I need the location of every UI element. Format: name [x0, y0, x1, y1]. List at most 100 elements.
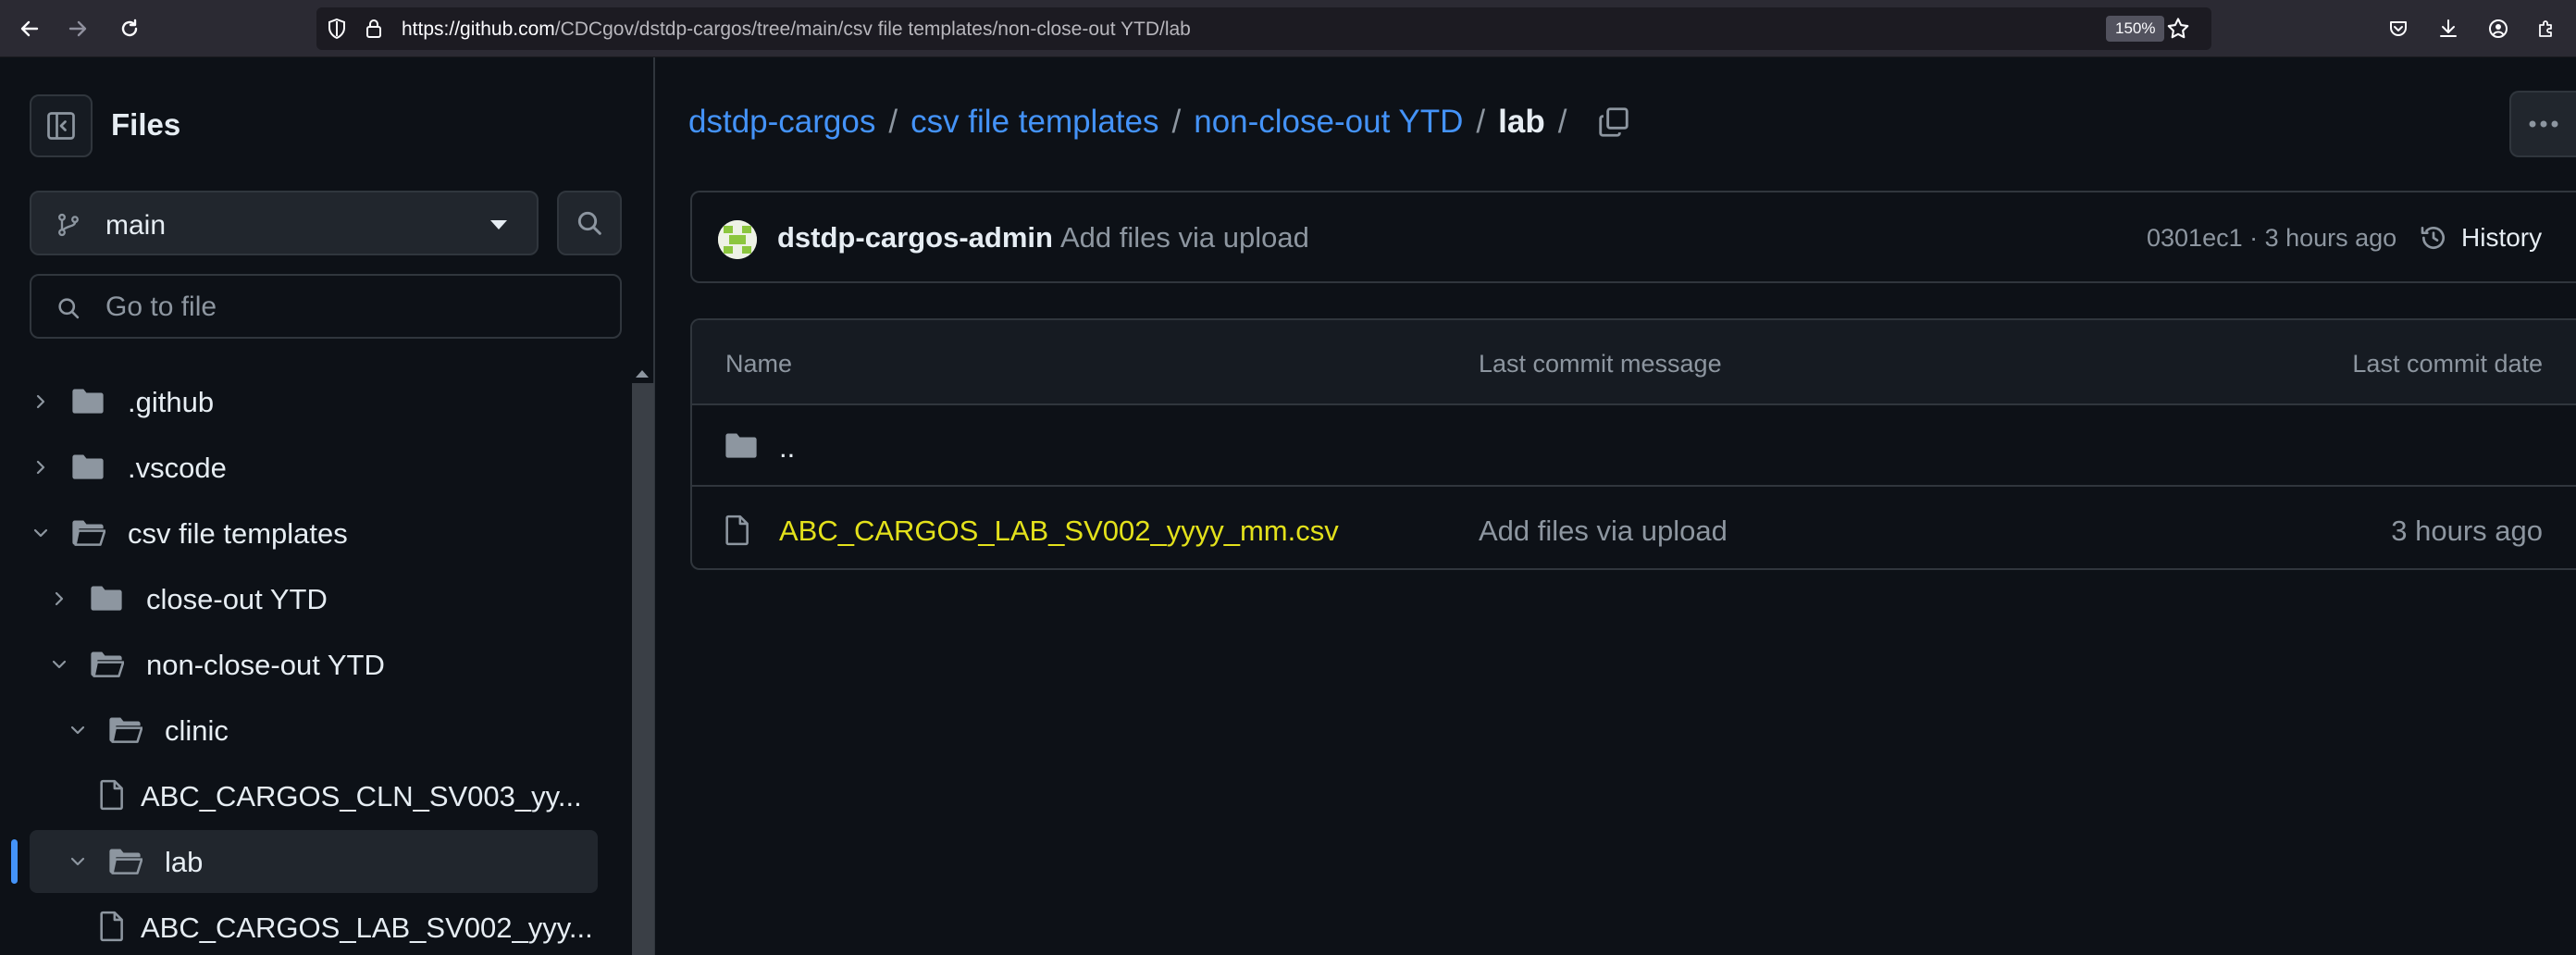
- folder-open-icon: [109, 717, 142, 743]
- chevron-down-icon[interactable]: [67, 719, 89, 741]
- tree-item-label: lab: [165, 846, 204, 878]
- table-row[interactable]: ABC_CARGOS_LAB_SV002_yyyy_mm.csv Add fil…: [692, 489, 2576, 568]
- tree-item[interactable]: ABC_CARGOS_LAB_SV002_yyy...: [30, 896, 598, 955]
- commit-sha-and-time[interactable]: 0301ec1 · 3 hours ago: [2147, 224, 2396, 253]
- folder-open-icon: [72, 520, 105, 546]
- branch-selector[interactable]: main: [30, 191, 539, 255]
- chevron-down-icon[interactable]: [30, 522, 52, 544]
- pocket-icon: [2390, 21, 2407, 36]
- column-header-message: Last commit message: [1479, 350, 1722, 378]
- table-header: Name Last commit message Last commit dat…: [692, 320, 2576, 405]
- account-icon: [2489, 19, 2508, 38]
- file-table: Name Last commit message Last commit dat…: [690, 318, 2576, 570]
- file-tree-sidebar: Files main .github .vscode csv file templa…: [0, 57, 655, 955]
- chevron-down-icon[interactable]: [67, 850, 89, 873]
- history-button[interactable]: History: [2419, 215, 2542, 261]
- folder-icon: [91, 586, 122, 611]
- file-name-link[interactable]: ABC_CARGOS_LAB_SV002_yyyy_mm.csv: [779, 515, 1339, 548]
- tree-item[interactable]: lab: [30, 830, 598, 893]
- latest-commit-bar: dstdp-cargos-admin Add files via upload …: [690, 191, 2576, 283]
- history-icon: [2421, 227, 2445, 249]
- file-icon: [100, 911, 123, 942]
- forward-button[interactable]: [61, 12, 94, 45]
- tree-item[interactable]: non-close-out YTD: [30, 633, 598, 696]
- go-to-file-field[interactable]: [30, 274, 622, 339]
- chevron-right-icon[interactable]: [30, 391, 52, 413]
- tree-item-label: .vscode: [128, 452, 227, 484]
- tree-item[interactable]: .github: [30, 370, 598, 433]
- url-host: https://github.com: [402, 19, 555, 40]
- address-bar[interactable]: https://github.com/CDCgov/dstdp-cargos/t…: [316, 7, 2211, 50]
- chevron-right-icon[interactable]: [30, 456, 52, 478]
- column-header-name: Name: [725, 350, 793, 378]
- commit-message-link[interactable]: Add files via upload: [1479, 515, 1728, 548]
- search-button[interactable]: [557, 191, 622, 255]
- lock-icon[interactable]: [363, 18, 385, 40]
- chevron-down-icon: [490, 220, 507, 229]
- copy-path-icon[interactable]: [1596, 105, 1631, 140]
- tree-item-label: csv file templates: [128, 517, 348, 550]
- tree-item-label: non-close-out YTD: [146, 649, 385, 681]
- reload-icon: [121, 19, 138, 37]
- folder-open-icon: [109, 849, 142, 874]
- avatar[interactable]: [718, 220, 757, 259]
- bookmark-star-icon[interactable]: [2165, 16, 2191, 42]
- sidebar-title: Files: [111, 107, 181, 142]
- breadcrumb-link-non-close-out-ytd[interactable]: non-close-out YTD: [1194, 104, 1463, 141]
- browser-toolbar: https://github.com/CDCgov/dstdp-cargos/t…: [0, 0, 2576, 57]
- active-item-indicator: [11, 839, 18, 884]
- tree-item-label: clinic: [165, 714, 229, 747]
- breadcrumb-current: lab: [1498, 104, 1545, 140]
- tree-item[interactable]: .vscode: [30, 436, 598, 499]
- breadcrumb-separator: /: [1171, 104, 1182, 140]
- back-button[interactable]: [13, 12, 46, 45]
- git-branch-icon: [58, 213, 79, 237]
- tracking-shield-icon[interactable]: [326, 18, 348, 40]
- breadcrumb-separator: /: [1476, 104, 1486, 140]
- file-icon: [725, 515, 749, 546]
- tree-item[interactable]: ABC_CARGOS_CLN_SV003_yy...: [30, 764, 598, 827]
- folder-open-icon: [91, 651, 124, 677]
- tree-item-label: close-out YTD: [146, 583, 328, 615]
- download-icon: [2440, 19, 2457, 37]
- chevron-right-icon[interactable]: [48, 588, 70, 610]
- pocket-button[interactable]: [2382, 12, 2415, 45]
- arrow-left-icon: [20, 20, 39, 37]
- file-icon: [100, 779, 123, 811]
- commit-author-link[interactable]: dstdp-cargos-admin: [777, 221, 1053, 254]
- scroll-up-arrow-icon[interactable]: [636, 370, 649, 378]
- tree-item[interactable]: csv file templates: [30, 502, 598, 564]
- branch-name: main: [105, 210, 167, 241]
- folder-icon: [72, 389, 104, 414]
- breadcrumb-link-csv-file-templates[interactable]: csv file templates: [910, 104, 1158, 141]
- tree-item-label: ABC_CARGOS_LAB_SV002_yyy...: [141, 912, 593, 944]
- commit-message-link[interactable]: Add files via upload: [1060, 221, 1309, 254]
- url-path: /CDCgov/dstdp-cargos/tree/main/csv file …: [554, 19, 1191, 40]
- breadcrumb-separator: /: [1557, 104, 1567, 140]
- tree-item[interactable]: close-out YTD: [30, 567, 598, 630]
- breadcrumb-repo-link[interactable]: dstdp-cargos: [688, 104, 875, 141]
- sidebar-scrollbar-thumb[interactable]: [632, 383, 654, 955]
- column-header-date: Last commit date: [2352, 350, 2543, 378]
- kebab-horizontal-icon: [2529, 120, 2558, 128]
- downloads-button[interactable]: [2432, 12, 2465, 45]
- folder-icon: [72, 454, 104, 479]
- parent-directory-link[interactable]: ..: [779, 431, 795, 465]
- go-to-file-input[interactable]: [105, 289, 605, 326]
- history-label: History: [2461, 223, 2543, 252]
- parent-directory-row[interactable]: ..: [692, 405, 2576, 487]
- breadcrumb-separator: /: [888, 104, 898, 140]
- reload-button[interactable]: [113, 12, 146, 45]
- search-icon: [577, 211, 601, 235]
- commit-date: 3 hours ago: [2391, 515, 2543, 547]
- puzzle-icon: [2539, 20, 2552, 37]
- more-options-button[interactable]: [2509, 91, 2576, 157]
- url-text[interactable]: https://github.com/CDCgov/dstdp-cargos/t…: [402, 19, 1191, 41]
- chevron-down-icon[interactable]: [48, 653, 70, 676]
- breadcrumb: dstdp-cargos / csv file templates / non-…: [688, 104, 1631, 141]
- tree-item[interactable]: clinic: [30, 699, 598, 762]
- extensions-button[interactable]: [2530, 12, 2563, 45]
- account-button[interactable]: [2482, 12, 2515, 45]
- collapse-sidebar-button[interactable]: [30, 94, 93, 157]
- zoom-level-badge[interactable]: 150%: [2106, 16, 2165, 42]
